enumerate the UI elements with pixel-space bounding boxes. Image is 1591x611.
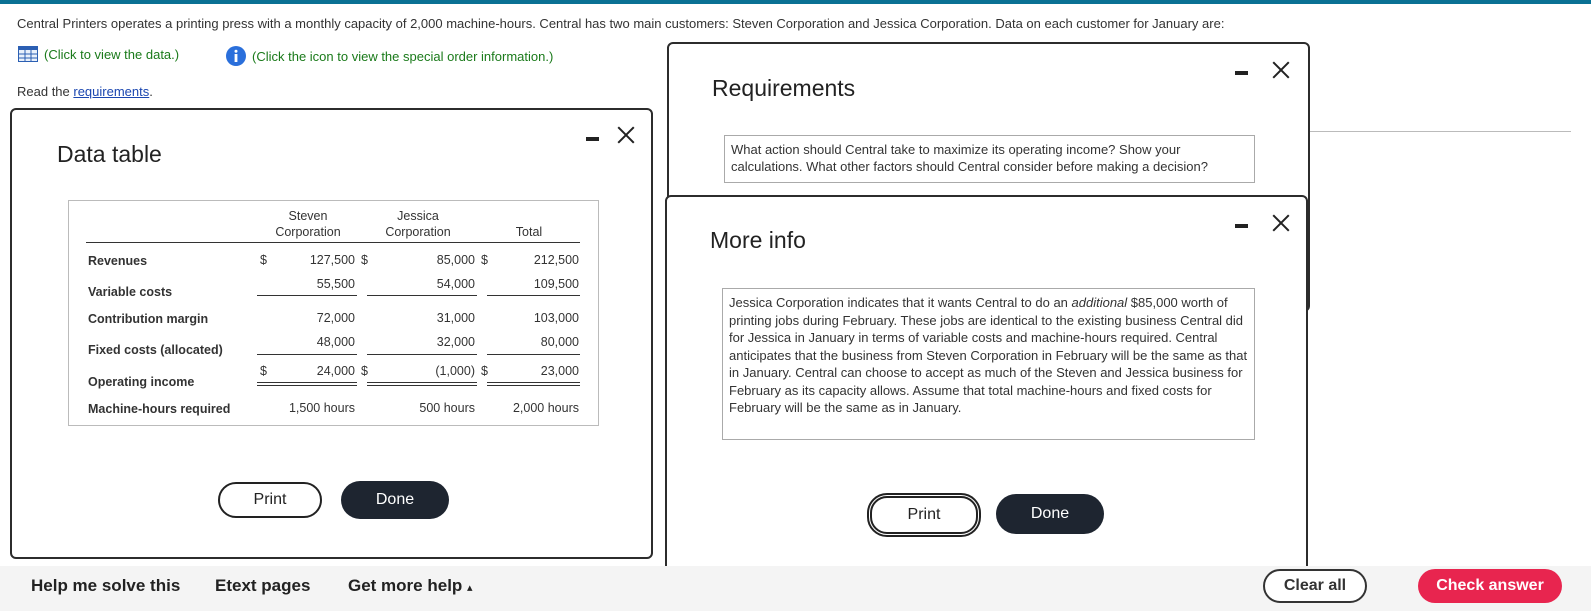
clear-all-button[interactable]: Clear all xyxy=(1263,569,1367,603)
subtotal-rule xyxy=(257,354,357,355)
dialog-title: Data table xyxy=(57,141,162,167)
view-info-link[interactable]: (Click the icon to view the special orde… xyxy=(226,46,553,66)
get-more-help-label[interactable]: Get more help xyxy=(348,576,462,595)
row-label-operating-income: Operating income xyxy=(88,375,195,389)
close-icon[interactable] xyxy=(1272,61,1290,79)
total-double-rule xyxy=(367,382,477,386)
read-suffix: . xyxy=(149,84,153,99)
currency-symbol: $ xyxy=(260,253,267,267)
more-info-text-emphasis: additional xyxy=(1071,295,1128,310)
table-grid-icon xyxy=(18,46,38,62)
close-icon[interactable] xyxy=(617,126,635,144)
divider xyxy=(1310,131,1571,132)
cell-fixed-costs-jessica: 32,000 xyxy=(436,335,475,349)
col-header-jessica: Jessica Corporation xyxy=(385,209,451,239)
view-data-label[interactable]: (Click to view the data.) xyxy=(44,47,179,62)
cell-revenues-total: 212,500 xyxy=(533,253,579,267)
cell-variable-costs-jessica: 54,000 xyxy=(436,277,475,291)
cell-contribution-margin-steven: 72,000 xyxy=(316,311,355,325)
done-button[interactable]: Done xyxy=(996,494,1104,534)
get-more-help-link[interactable]: Get more help ▴ xyxy=(348,576,473,596)
print-button[interactable]: Print xyxy=(867,493,981,537)
row-label-machine-hours: Machine-hours required xyxy=(88,402,231,416)
close-icon[interactable] xyxy=(1272,214,1290,232)
minimize-icon[interactable] xyxy=(1235,224,1248,228)
cell-fixed-costs-steven: 48,000 xyxy=(316,335,355,349)
read-prefix: Read the xyxy=(17,84,74,99)
header-rule xyxy=(86,242,580,243)
read-requirements-line: Read the requirements. xyxy=(17,84,153,99)
subtotal-rule xyxy=(257,295,357,296)
cell-contribution-margin-total: 103,000 xyxy=(533,311,579,325)
dialog-title: Requirements xyxy=(712,75,856,101)
done-button[interactable]: Done xyxy=(341,481,449,519)
currency-symbol: $ xyxy=(361,364,368,378)
minimize-icon[interactable] xyxy=(586,137,599,141)
col-header-steven: Steven Corporation xyxy=(275,209,341,239)
etext-pages-link[interactable]: Etext pages xyxy=(215,576,310,596)
row-label-variable-costs: Variable costs xyxy=(88,285,173,299)
currency-symbol: $ xyxy=(481,253,488,267)
requirements-text: What action should Central take to maxim… xyxy=(724,135,1255,183)
cell-operating-income-steven: 24,000 xyxy=(316,364,355,378)
more-info-text-start: Jessica Corporation indicates that it wa… xyxy=(729,295,1072,310)
data-table-dialog: Data table Steven Corporation Jessica Co… xyxy=(10,108,653,559)
data-table: Steven Corporation Jessica Corporation T… xyxy=(68,200,599,426)
view-data-link[interactable]: (Click to view the data.) xyxy=(18,46,179,62)
row-label-revenues: Revenues xyxy=(88,254,148,268)
cell-machine-hours-total: 2,000 hours xyxy=(512,401,579,415)
currency-symbol: $ xyxy=(361,253,368,267)
more-info-text: Jessica Corporation indicates that it wa… xyxy=(722,288,1255,440)
requirements-link[interactable]: requirements xyxy=(73,84,149,99)
currency-symbol: $ xyxy=(260,364,267,378)
currency-symbol: $ xyxy=(481,364,488,378)
cell-operating-income-jessica: (1,000) xyxy=(435,364,475,378)
cell-variable-costs-steven: 55,500 xyxy=(316,277,355,291)
col-header-total: Total xyxy=(515,225,543,239)
total-double-rule xyxy=(257,382,357,386)
row-label-fixed-costs: Fixed costs (allocated) xyxy=(88,343,223,357)
help-me-solve-link[interactable]: Help me solve this xyxy=(31,576,180,596)
view-info-label[interactable]: (Click the icon to view the special orde… xyxy=(252,49,553,64)
subtotal-rule xyxy=(487,354,580,355)
top-accent-bar xyxy=(0,0,1591,4)
info-icon[interactable] xyxy=(226,46,246,66)
total-double-rule xyxy=(487,382,580,386)
problem-intro: Central Printers operates a printing pre… xyxy=(17,16,1225,31)
cell-contribution-margin-jessica: 31,000 xyxy=(436,311,475,325)
minimize-icon[interactable] xyxy=(1235,71,1248,75)
subtotal-rule xyxy=(487,295,580,296)
print-button[interactable]: Print xyxy=(218,482,322,518)
more-info-dialog: More info Jessica Corporation indicates … xyxy=(665,195,1308,573)
row-label-contribution-margin: Contribution margin xyxy=(88,312,209,326)
cell-revenues-jessica: 85,000 xyxy=(436,253,475,267)
cell-machine-hours-steven: 1,500 hours xyxy=(288,401,355,415)
more-info-text-end: $85,000 worth of printing jobs during Fe… xyxy=(729,295,1248,415)
cell-fixed-costs-total: 80,000 xyxy=(540,335,579,349)
cell-variable-costs-total: 109,500 xyxy=(533,277,579,291)
cell-revenues-steven: 127,500 xyxy=(309,253,355,267)
cell-machine-hours-jessica: 500 hours xyxy=(419,401,475,415)
check-answer-button[interactable]: Check answer xyxy=(1418,569,1562,603)
dialog-title: More info xyxy=(710,227,806,253)
subtotal-rule xyxy=(367,354,477,355)
cell-operating-income-total: 23,000 xyxy=(540,364,579,378)
subtotal-rule xyxy=(367,295,477,296)
caret-up-icon: ▴ xyxy=(467,582,473,594)
